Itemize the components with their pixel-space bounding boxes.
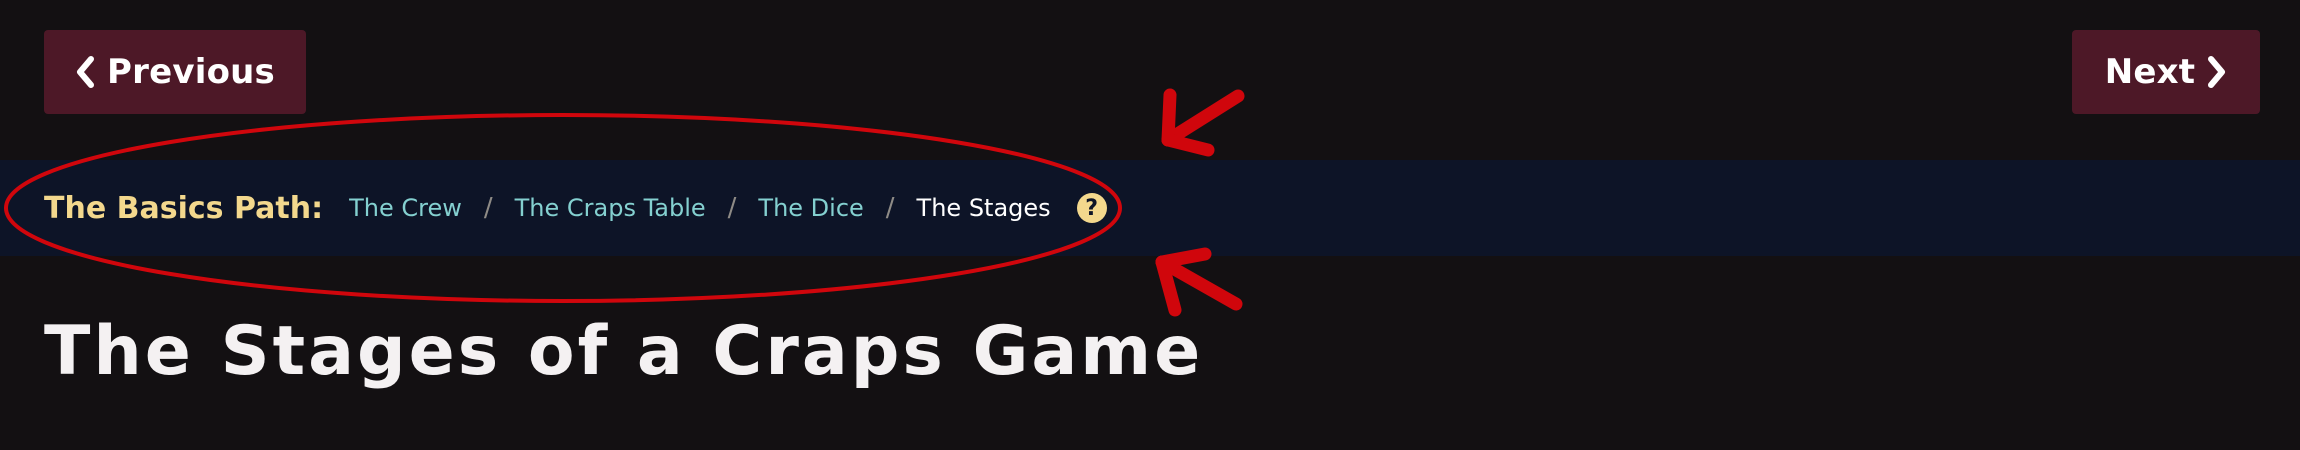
breadcrumb-link-the-crew[interactable]: The Crew: [349, 194, 462, 222]
next-button-label: Next: [2104, 52, 2196, 92]
page: Previous Next The Basics Path: The Crew …: [0, 0, 2300, 450]
path-label: The Basics Path:: [44, 190, 324, 226]
annotation-arrow-lower: [1155, 247, 1243, 317]
breadcrumb: The Basics Path: The Crew / The Craps Ta…: [44, 160, 1107, 256]
previous-button-label: Previous: [107, 52, 275, 92]
next-button[interactable]: Next: [2072, 30, 2260, 114]
help-icon[interactable]: ?: [1076, 193, 1107, 223]
breadcrumb-current: The Stages: [916, 194, 1051, 222]
breadcrumb-separator: /: [885, 193, 895, 223]
breadcrumb-link-the-craps-table[interactable]: The Craps Table: [515, 194, 706, 222]
previous-button[interactable]: Previous: [44, 30, 306, 114]
breadcrumb-bar: The Basics Path: The Crew / The Craps Ta…: [0, 160, 2300, 256]
breadcrumb-link-the-dice[interactable]: The Dice: [758, 194, 863, 222]
breadcrumb-separator: /: [483, 193, 493, 223]
page-title: The Stages of a Craps Game: [44, 312, 1204, 391]
breadcrumb-separator: /: [727, 193, 737, 223]
annotation-arrow-upper: [1161, 88, 1245, 157]
chevron-right-icon: [2207, 56, 2227, 88]
chevron-left-icon: [75, 56, 95, 88]
